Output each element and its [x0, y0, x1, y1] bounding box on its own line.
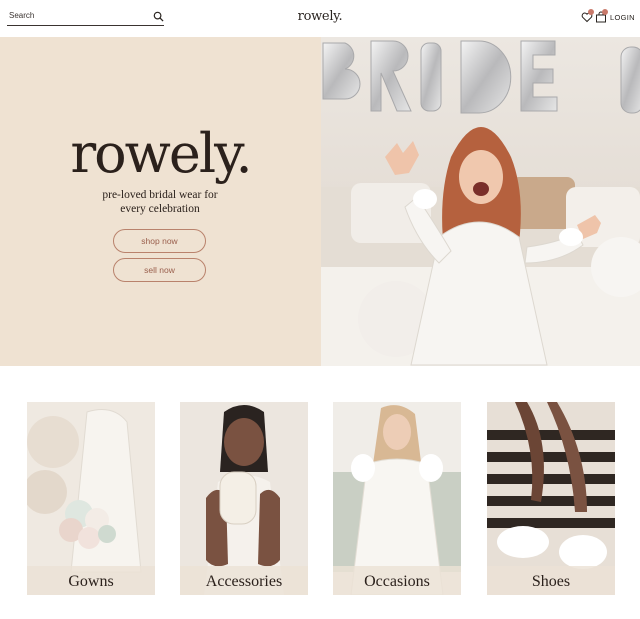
category-card-accessories[interactable]: Accessories [180, 402, 308, 595]
wishlist-badge [588, 9, 594, 15]
bride-illustration [321, 37, 640, 366]
category-card-occasions[interactable]: Occasions [333, 402, 461, 595]
sell-now-button[interactable]: sell now [113, 258, 206, 282]
category-card-shoes[interactable]: Shoes [487, 402, 615, 595]
category-label-accessories[interactable]: Accessories [180, 573, 308, 591]
category-label-shoes[interactable]: Shoes [487, 573, 615, 591]
hero-tagline: pre-loved bridal wear for every celebrat… [60, 188, 260, 216]
header-logo[interactable]: rowely. [0, 9, 640, 24]
hero-photo [321, 37, 640, 366]
site-header: rowely. LOGIN [0, 0, 640, 37]
hero-logo: rowely. [70, 122, 252, 185]
cart-badge [602, 9, 608, 15]
shop-now-button[interactable]: shop now [113, 229, 206, 253]
category-card-gowns[interactable]: Gowns [27, 402, 155, 595]
tagline-line-1: pre-loved bridal wear for [102, 189, 218, 201]
category-label-occasions[interactable]: Occasions [333, 573, 461, 591]
category-label-gowns[interactable]: Gowns [27, 573, 155, 591]
tagline-line-2: every celebration [120, 203, 200, 215]
hero-panel: rowely. pre-loved bridal wear for every … [0, 37, 321, 366]
login-link[interactable]: LOGIN [610, 13, 635, 22]
